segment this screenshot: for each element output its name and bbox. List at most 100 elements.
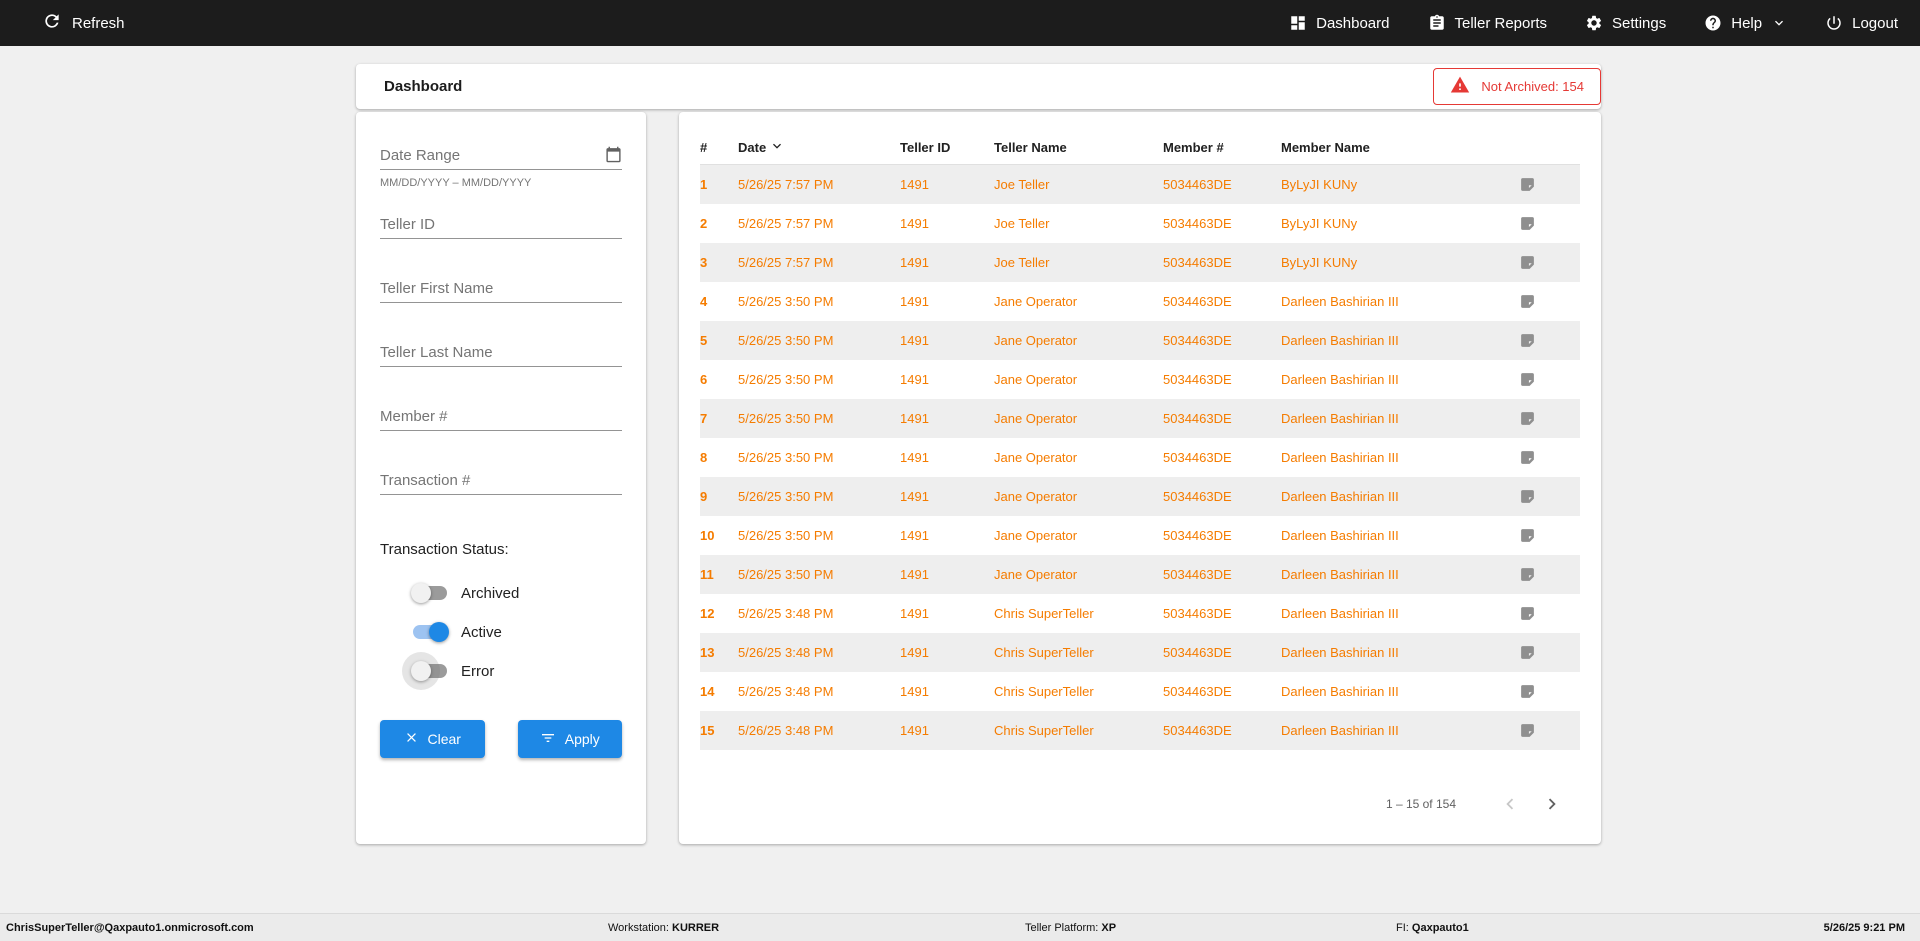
row-teller-name: Jane Operator	[994, 489, 1078, 504]
note-icon[interactable]	[1519, 566, 1536, 583]
row-member-name: Darleen Bashirian III	[1281, 489, 1399, 504]
row-teller-name: Chris SuperTeller	[994, 645, 1094, 660]
clear-button[interactable]: Clear	[380, 720, 485, 758]
row-member-number: 5034463DE	[1163, 255, 1232, 270]
note-icon[interactable]	[1519, 605, 1536, 622]
row-member-name: ByLyJI KUNy	[1281, 177, 1358, 192]
calendar-icon[interactable]	[605, 146, 622, 168]
not-archived-badge[interactable]: Not Archived: 154	[1433, 68, 1601, 105]
nav-help[interactable]: Help	[1704, 14, 1787, 32]
active-toggle[interactable]	[413, 622, 449, 642]
transaction-number-input[interactable]	[380, 467, 622, 495]
row-member-number: 5034463DE	[1163, 294, 1232, 309]
table-row[interactable]: 7 5/26/25 3:50 PM 1491 Jane Operator 503…	[700, 399, 1580, 438]
note-icon[interactable]	[1519, 722, 1536, 739]
archived-toggle-label: Archived	[461, 584, 520, 602]
row-member-number: 5034463DE	[1163, 684, 1232, 699]
note-icon[interactable]	[1519, 683, 1536, 700]
row-teller-id: 1491	[900, 294, 929, 309]
row-teller-id: 1491	[900, 177, 929, 192]
clear-button-label: Clear	[427, 731, 461, 747]
previous-page-button[interactable]	[1498, 792, 1522, 816]
dashboard-grid-icon	[1289, 14, 1307, 32]
help-circle-icon	[1704, 14, 1722, 32]
archived-toggle[interactable]	[411, 583, 447, 603]
topbar: Refresh Dashboard Teller Reports Setting…	[0, 0, 1920, 46]
logged-in-user: ChrisSuperTeller@Qaxpauto1.onmicrosoft.c…	[6, 921, 254, 934]
table-row[interactable]: 14 5/26/25 3:48 PM 1491 Chris SuperTelle…	[700, 672, 1580, 711]
clipboard-icon	[1428, 14, 1446, 32]
table-row[interactable]: 12 5/26/25 3:48 PM 1491 Chris SuperTelle…	[700, 594, 1580, 633]
row-teller-id: 1491	[900, 684, 929, 699]
row-member-number: 5034463DE	[1163, 567, 1232, 582]
table-row[interactable]: 8 5/26/25 3:50 PM 1491 Jane Operator 503…	[700, 438, 1580, 477]
nav-teller-reports[interactable]: Teller Reports	[1428, 14, 1547, 32]
note-icon[interactable]	[1519, 293, 1536, 310]
teller-id-input[interactable]	[380, 211, 622, 239]
content-area: Dashboard Not Archived: 154 MM/DD/YYYY –…	[0, 46, 1920, 913]
table-row[interactable]: 5 5/26/25 3:50 PM 1491 Jane Operator 503…	[700, 321, 1580, 360]
row-member-number: 5034463DE	[1163, 450, 1232, 465]
next-page-button[interactable]	[1540, 792, 1564, 816]
member-number-input[interactable]	[380, 403, 622, 431]
row-date: 5/26/25 3:48 PM	[738, 723, 834, 738]
table-row[interactable]: 6 5/26/25 3:50 PM 1491 Jane Operator 503…	[700, 360, 1580, 399]
teller-last-name-input[interactable]	[380, 339, 622, 367]
table-row[interactable]: 3 5/26/25 7:57 PM 1491 Joe Teller 503446…	[700, 243, 1580, 282]
note-icon[interactable]	[1519, 371, 1536, 388]
status-bar: ChrisSuperTeller@Qaxpauto1.onmicrosoft.c…	[0, 913, 1920, 941]
note-icon[interactable]	[1519, 176, 1536, 193]
row-number: 12	[700, 606, 715, 621]
note-icon[interactable]	[1519, 332, 1536, 349]
row-member-number: 5034463DE	[1163, 645, 1232, 660]
teller-first-name-input[interactable]	[380, 275, 622, 303]
row-teller-name: Joe Teller	[994, 177, 1050, 192]
note-icon[interactable]	[1519, 644, 1536, 661]
pagination: 1 – 15 of 154	[700, 792, 1580, 816]
row-teller-name: Jane Operator	[994, 528, 1078, 543]
row-teller-id: 1491	[900, 645, 929, 660]
row-member-name: Darleen Bashirian III	[1281, 450, 1399, 465]
row-number: 11	[700, 567, 714, 582]
row-teller-id: 1491	[900, 333, 929, 348]
col-date[interactable]: Date	[738, 138, 900, 157]
note-icon[interactable]	[1519, 527, 1536, 544]
note-icon[interactable]	[1519, 410, 1536, 427]
row-number: 10	[700, 528, 715, 543]
table-row[interactable]: 2 5/26/25 7:57 PM 1491 Joe Teller 503446…	[700, 204, 1580, 243]
note-icon[interactable]	[1519, 449, 1536, 466]
row-member-number: 5034463DE	[1163, 372, 1232, 387]
table-row[interactable]: 15 5/26/25 3:48 PM 1491 Chris SuperTelle…	[700, 711, 1580, 750]
refresh-button[interactable]: Refresh	[0, 11, 125, 36]
row-member-name: Darleen Bashirian III	[1281, 528, 1399, 543]
table-row[interactable]: 10 5/26/25 3:50 PM 1491 Jane Operator 50…	[700, 516, 1580, 555]
note-icon[interactable]	[1519, 488, 1536, 505]
table-row[interactable]: 1 5/26/25 7:57 PM 1491 Joe Teller 503446…	[700, 165, 1580, 204]
row-date: 5/26/25 3:48 PM	[738, 645, 834, 660]
error-toggle[interactable]	[411, 661, 447, 681]
apply-button[interactable]: Apply	[517, 720, 622, 758]
table-row[interactable]: 9 5/26/25 3:50 PM 1491 Jane Operator 503…	[700, 477, 1580, 516]
filter-lines-icon	[540, 730, 556, 749]
nav-settings[interactable]: Settings	[1585, 14, 1666, 32]
row-date: 5/26/25 3:50 PM	[738, 411, 834, 426]
toggle-row-archived: Archived	[411, 582, 622, 604]
table-row[interactable]: 11 5/26/25 3:50 PM 1491 Jane Operator 50…	[700, 555, 1580, 594]
pagination-range-label: 1 – 15 of 154	[1385, 797, 1456, 811]
nav-dashboard[interactable]: Dashboard	[1289, 14, 1390, 32]
row-date: 5/26/25 3:50 PM	[738, 333, 834, 348]
note-icon[interactable]	[1519, 254, 1536, 271]
note-icon[interactable]	[1519, 215, 1536, 232]
row-date: 5/26/25 3:50 PM	[738, 450, 834, 465]
table-row[interactable]: 4 5/26/25 3:50 PM 1491 Jane Operator 503…	[700, 282, 1580, 321]
nav-logout[interactable]: Logout	[1825, 14, 1898, 32]
row-member-number: 5034463DE	[1163, 177, 1232, 192]
row-member-name: Darleen Bashirian III	[1281, 567, 1399, 582]
topbar-nav: Dashboard Teller Reports Settings Help L…	[1289, 14, 1920, 32]
row-member-number: 5034463DE	[1163, 606, 1232, 621]
row-member-name: Darleen Bashirian III	[1281, 645, 1399, 660]
table-row[interactable]: 13 5/26/25 3:48 PM 1491 Chris SuperTelle…	[700, 633, 1580, 672]
date-range-input[interactable]	[380, 142, 622, 170]
row-member-name: Darleen Bashirian III	[1281, 723, 1399, 738]
col-teller-id: Teller ID	[900, 139, 951, 155]
